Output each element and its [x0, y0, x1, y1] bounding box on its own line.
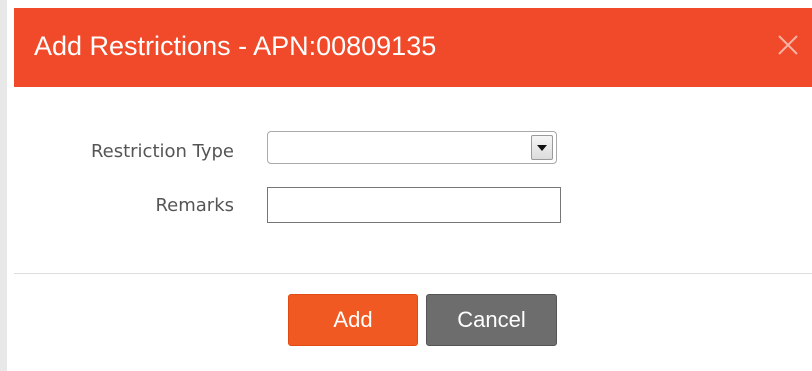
dropdown-button[interactable] [531, 135, 553, 160]
restriction-type-select[interactable] [267, 131, 557, 164]
close-icon [778, 35, 798, 55]
add-restrictions-dialog: Add Restrictions - APN:00809135 Restrict… [0, 0, 812, 371]
dialog-header: Add Restrictions - APN:00809135 [14, 8, 812, 87]
remarks-input[interactable] [267, 187, 561, 223]
restriction-type-label: Restriction Type [90, 141, 234, 162]
cancel-button[interactable]: Cancel [426, 294, 557, 346]
close-button[interactable] [775, 32, 801, 58]
remarks-label: Remarks [155, 195, 234, 216]
add-button[interactable]: Add [288, 294, 418, 346]
dialog-title: Add Restrictions - APN:00809135 [34, 31, 437, 61]
footer-divider [14, 273, 812, 274]
caret-down-icon [537, 145, 547, 151]
